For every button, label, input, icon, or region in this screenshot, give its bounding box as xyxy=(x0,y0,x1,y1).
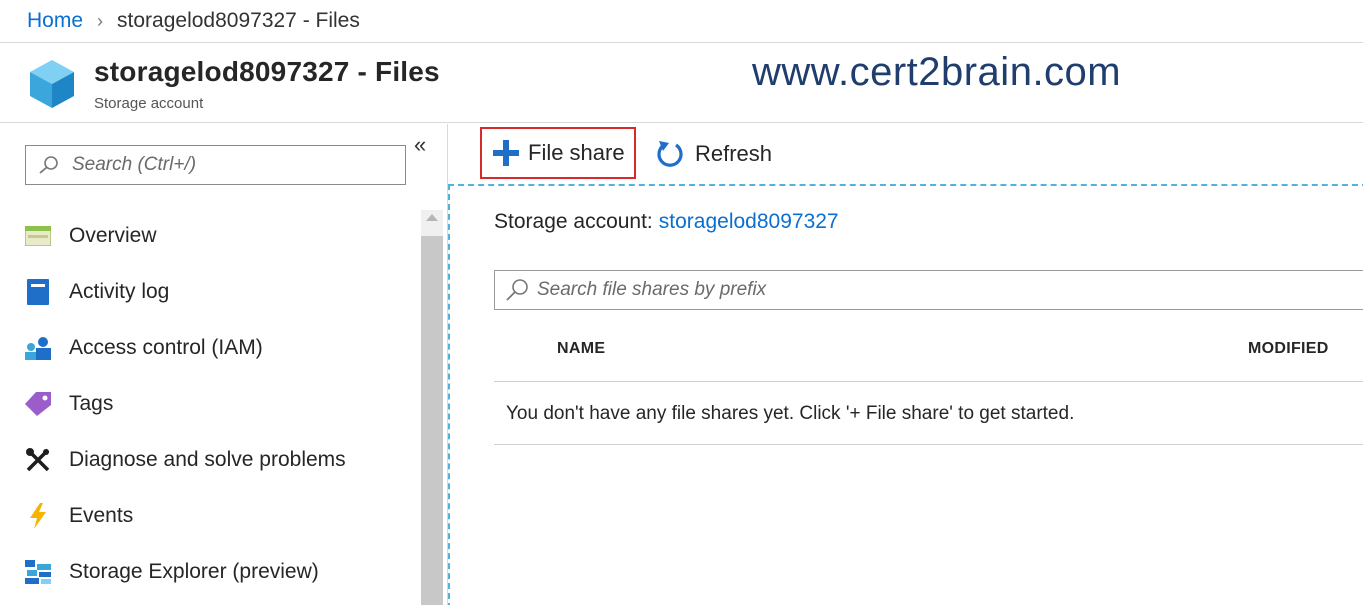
chevron-right-icon: › xyxy=(97,10,104,31)
storage-account-line: Storage account: storagelod8097327 xyxy=(494,210,839,234)
sidebar-item-access-control[interactable]: Access control (IAM) xyxy=(0,320,420,376)
empty-state-message: You don't have any file shares yet. Clic… xyxy=(506,403,1075,424)
lightning-icon xyxy=(24,502,52,530)
sidebar-search-input[interactable] xyxy=(72,154,392,176)
sidebar-search-box[interactable] xyxy=(25,145,406,185)
scroll-up-icon[interactable] xyxy=(426,214,438,221)
page-subtitle: Storage account xyxy=(94,95,204,112)
column-header-name[interactable]: NAME xyxy=(557,340,605,358)
sidebar-item-storage-explorer[interactable]: Storage Explorer (preview) xyxy=(0,544,420,600)
scrollbar-thumb[interactable] xyxy=(421,236,443,605)
sidebar-item-diagnose[interactable]: Diagnose and solve problems xyxy=(0,432,420,488)
column-header-modified[interactable]: MODIFIED xyxy=(1248,340,1329,358)
refresh-button[interactable]: Refresh xyxy=(655,129,772,179)
table-empty-row: You don't have any file shares yet. Clic… xyxy=(494,383,1363,445)
sidebar-item-label: Overview xyxy=(69,224,157,247)
sidebar-item-label: Storage Explorer (preview) xyxy=(69,560,319,583)
tag-icon xyxy=(24,390,52,418)
activity-log-icon xyxy=(24,278,52,306)
add-file-share-button[interactable]: File share xyxy=(480,127,636,179)
sidebar-item-label: Tags xyxy=(69,392,114,415)
sidebar-scrollbar[interactable] xyxy=(421,210,443,605)
overview-icon xyxy=(24,222,52,250)
file-share-search-input[interactable] xyxy=(537,279,1337,301)
storage-account-label: Storage account: xyxy=(494,210,653,233)
file-share-search-box[interactable] xyxy=(494,270,1363,310)
search-icon xyxy=(506,279,528,301)
command-toolbar: File share Refresh xyxy=(449,124,1363,184)
access-control-icon xyxy=(24,334,52,362)
storage-account-link[interactable]: storagelod8097327 xyxy=(659,210,839,233)
file-share-label: File share xyxy=(528,140,625,165)
sidebar-menu: Overview Activity log Access control (IA… xyxy=(0,208,420,600)
sidebar-item-events[interactable]: Events xyxy=(0,488,420,544)
sidebar-item-label: Events xyxy=(69,504,134,527)
sidebar-item-label: Diagnose and solve problems xyxy=(69,448,346,471)
sidebar: « Overview Activity log Access control (… xyxy=(0,124,448,605)
search-icon xyxy=(39,156,58,174)
breadcrumb: Home › storagelod8097327 - Files xyxy=(0,0,1363,43)
sidebar-item-activity-log[interactable]: Activity log xyxy=(0,264,420,320)
breadcrumb-current: storagelod8097327 - Files xyxy=(117,9,360,32)
storage-account-icon xyxy=(30,60,74,108)
page-title: storagelod8097327 - Files xyxy=(94,56,440,87)
breadcrumb-home-link[interactable]: Home xyxy=(27,9,83,33)
refresh-label: Refresh xyxy=(695,141,773,166)
storage-explorer-icon xyxy=(24,558,52,586)
sidebar-item-label: Activity log xyxy=(69,280,170,303)
page-header: storagelod8097327 - Files Storage accoun… xyxy=(0,44,1363,123)
sidebar-item-tags[interactable]: Tags xyxy=(0,376,420,432)
collapse-sidebar-button[interactable]: « xyxy=(414,132,426,158)
sidebar-item-overview[interactable]: Overview xyxy=(0,208,420,264)
watermark-text: www.cert2brain.com xyxy=(752,50,1122,94)
table-header: NAME MODIFIED xyxy=(494,324,1363,382)
plus-icon xyxy=(492,139,520,167)
file-shares-panel: Storage account: storagelod8097327 NAME M… xyxy=(448,184,1363,605)
sidebar-item-label: Access control (IAM) xyxy=(69,336,263,359)
refresh-icon xyxy=(655,139,685,169)
wrench-icon xyxy=(24,446,52,474)
